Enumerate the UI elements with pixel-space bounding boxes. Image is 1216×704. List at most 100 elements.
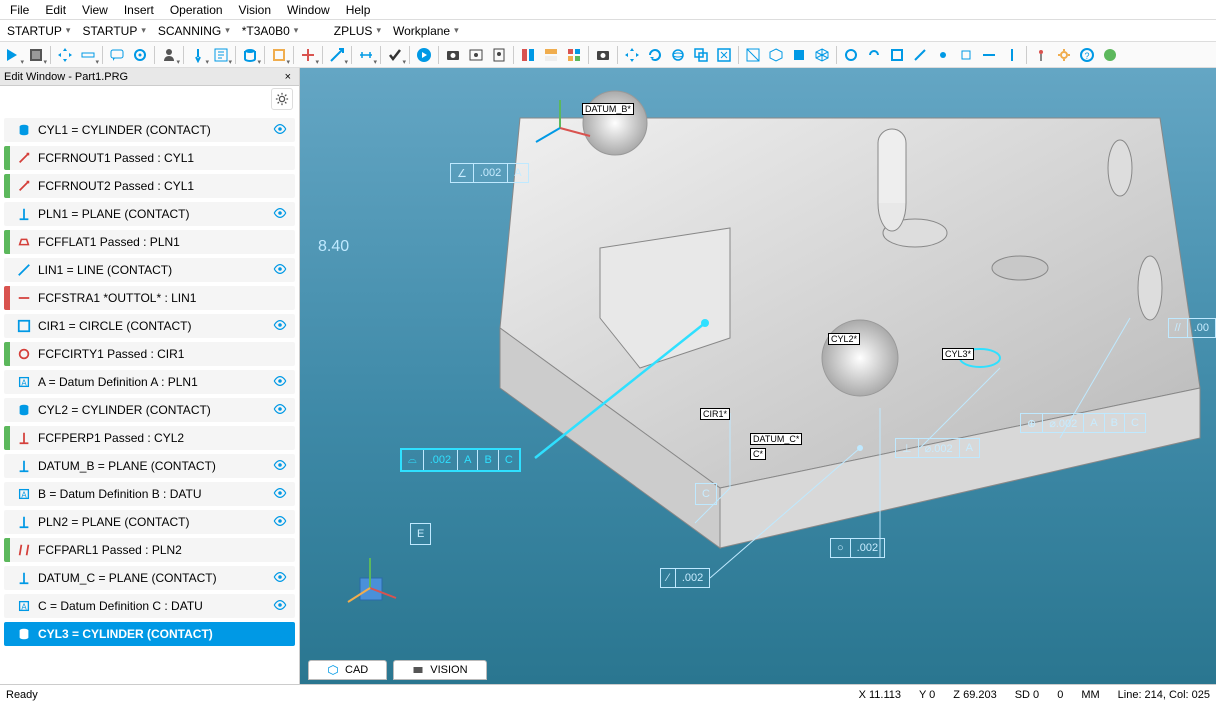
program-button[interactable]: ▾ — [210, 44, 232, 66]
rotate2d-button[interactable] — [644, 44, 666, 66]
visibility-toggle[interactable] — [271, 318, 289, 335]
profile2-dropdown[interactable]: STARTUP▾ — [77, 21, 150, 41]
visibility-toggle[interactable] — [271, 514, 289, 531]
visibility-toggle[interactable] — [271, 486, 289, 503]
fcf-position[interactable]: ⊕ ⌀.002 A B C — [1020, 413, 1146, 433]
visibility-toggle[interactable] — [271, 374, 289, 391]
view-top-button[interactable] — [742, 44, 764, 66]
opt8-button[interactable] — [1001, 44, 1023, 66]
visibility-toggle[interactable] — [271, 626, 289, 643]
rotate3d-button[interactable] — [667, 44, 689, 66]
fcf-angularity[interactable]: ∠ .002 A — [450, 163, 529, 183]
fcf-runout[interactable]: ⁄ .002 — [660, 568, 710, 588]
tag-c[interactable]: C* — [750, 448, 766, 460]
tree-node[interactable]: AB = Datum Definition B : DATU — [4, 482, 295, 506]
tree-node[interactable]: FCFFLAT1 Passed : PLN1 — [4, 230, 295, 254]
tree-node[interactable]: FCFRNOUT1 Passed : CYL1 — [4, 146, 295, 170]
plane-dropdown[interactable]: ZPLUS▾ — [329, 21, 386, 41]
mode-arrow-button[interactable]: ▾ — [2, 44, 24, 66]
tree-node[interactable]: DATUM_C = PLANE (CONTACT) — [4, 566, 295, 590]
tree-node[interactable]: CYL1 = CYLINDER (CONTACT) — [4, 118, 295, 142]
snapshot-button[interactable] — [442, 44, 464, 66]
view-layout3-button[interactable] — [563, 44, 585, 66]
tree-node[interactable]: CIR1 = CIRCLE (CONTACT) — [4, 314, 295, 338]
view-layout1-button[interactable] — [517, 44, 539, 66]
settings-button[interactable] — [1053, 44, 1075, 66]
probe-comp-button[interactable] — [1030, 44, 1052, 66]
tag-datum-b[interactable]: DATUM_B* — [582, 103, 634, 115]
tree-node[interactable]: DATUM_B = PLANE (CONTACT) — [4, 454, 295, 478]
tree-node[interactable]: AA = Datum Definition A : PLN1 — [4, 370, 295, 394]
workplane-dropdown[interactable]: Workplane▾ — [388, 21, 488, 41]
tab-vision[interactable]: VISION — [393, 660, 486, 680]
datum-e-frame[interactable]: E — [410, 523, 431, 545]
menu-help[interactable]: Help — [340, 1, 377, 19]
clearance-button[interactable]: ▾ — [77, 44, 99, 66]
fcf-perpendicularity[interactable]: ⊥ ⌀.002 A — [895, 438, 980, 458]
dimension-button[interactable]: ▾ — [355, 44, 377, 66]
tag-cyl3[interactable]: CYL3* — [942, 348, 974, 360]
part-cube-button[interactable]: ▾ — [25, 44, 47, 66]
opt7-button[interactable] — [978, 44, 1000, 66]
tree-node[interactable]: CYL3 = CYLINDER (CONTACT) — [4, 622, 295, 646]
visibility-toggle[interactable] — [271, 262, 289, 279]
move-button[interactable] — [54, 44, 76, 66]
help-button[interactable]: ? — [1076, 44, 1098, 66]
cad-viewport[interactable]: 8.40 ∠ .002 A ⌓ .002 A B C E ⁄ .002 ○ .0… — [300, 68, 1216, 684]
opt3-button[interactable] — [886, 44, 908, 66]
readpoint-button[interactable] — [129, 44, 151, 66]
tree-node[interactable]: FCFCIRTY1 Passed : CIR1 — [4, 342, 295, 366]
tree-node[interactable]: LIN1 = LINE (CONTACT) — [4, 258, 295, 282]
visibility-toggle[interactable] — [271, 598, 289, 615]
opt6-button[interactable] — [955, 44, 977, 66]
opt2-button[interactable] — [863, 44, 885, 66]
tree-node[interactable]: FCFSTRA1 *OUTTOL* : LIN1 — [4, 286, 295, 310]
probe-button[interactable]: ▾ — [187, 44, 209, 66]
camera2-button[interactable] — [592, 44, 614, 66]
panel-settings-button[interactable] — [271, 88, 293, 110]
tag-datum-c[interactable]: DATUM_C* — [750, 433, 802, 445]
menu-edit[interactable]: Edit — [39, 1, 72, 19]
pan-button[interactable] — [621, 44, 643, 66]
construct-button[interactable]: ▾ — [326, 44, 348, 66]
menu-file[interactable]: File — [4, 1, 35, 19]
operator-button[interactable]: ▾ — [158, 44, 180, 66]
opt4-button[interactable] — [909, 44, 931, 66]
database-button[interactable]: ▾ — [239, 44, 261, 66]
tag-cyl2[interactable]: CYL2* — [828, 333, 860, 345]
visibility-toggle[interactable] — [271, 122, 289, 139]
tree-node[interactable]: CYL2 = CYLINDER (CONTACT) — [4, 398, 295, 422]
check-button[interactable]: ▾ — [384, 44, 406, 66]
tree-node[interactable]: FCFPARL1 Passed : PLN2 — [4, 538, 295, 562]
visibility-toggle[interactable] — [271, 206, 289, 223]
tree-node[interactable]: FCFPERP1 Passed : CYL2 — [4, 426, 295, 450]
visibility-toggle[interactable] — [271, 402, 289, 419]
menu-view[interactable]: View — [76, 1, 114, 19]
fit-button[interactable] — [713, 44, 735, 66]
tree-node[interactable]: FCFRNOUT2 Passed : CYL1 — [4, 174, 295, 198]
view-iso-button[interactable] — [765, 44, 787, 66]
menu-vision[interactable]: Vision — [233, 1, 277, 19]
tip-dropdown[interactable]: *T3A0B0▾ — [237, 21, 327, 41]
visibility-toggle[interactable] — [271, 570, 289, 587]
clip-button[interactable]: ▾ — [268, 44, 290, 66]
menu-window[interactable]: Window — [281, 1, 336, 19]
opt1-button[interactable] — [840, 44, 862, 66]
tree-node[interactable]: PLN2 = PLANE (CONTACT) — [4, 510, 295, 534]
comment-button[interactable] — [106, 44, 128, 66]
tree-node[interactable]: PLN1 = PLANE (CONTACT) — [4, 202, 295, 226]
tree-node[interactable]: AC = Datum Definition C : DATU — [4, 594, 295, 618]
mode-dropdown[interactable]: SCANNING▾ — [153, 21, 235, 41]
panel-close-button[interactable]: × — [281, 71, 295, 83]
datum-c-frame[interactable]: C — [695, 483, 717, 505]
tag-cir1[interactable]: CIR1* — [700, 408, 730, 420]
align-button[interactable]: ▾ — [297, 44, 319, 66]
fcf-profile-selected[interactable]: ⌓ .002 A B C — [400, 448, 521, 472]
view-front-button[interactable] — [788, 44, 810, 66]
menu-insert[interactable]: Insert — [118, 1, 160, 19]
menu-operation[interactable]: Operation — [164, 1, 229, 19]
fcf-circularity[interactable]: ○ .002 — [830, 538, 885, 558]
zoom-button[interactable] — [690, 44, 712, 66]
profile1-dropdown[interactable]: STARTUP▾ — [2, 21, 75, 41]
opt5-button[interactable] — [932, 44, 954, 66]
